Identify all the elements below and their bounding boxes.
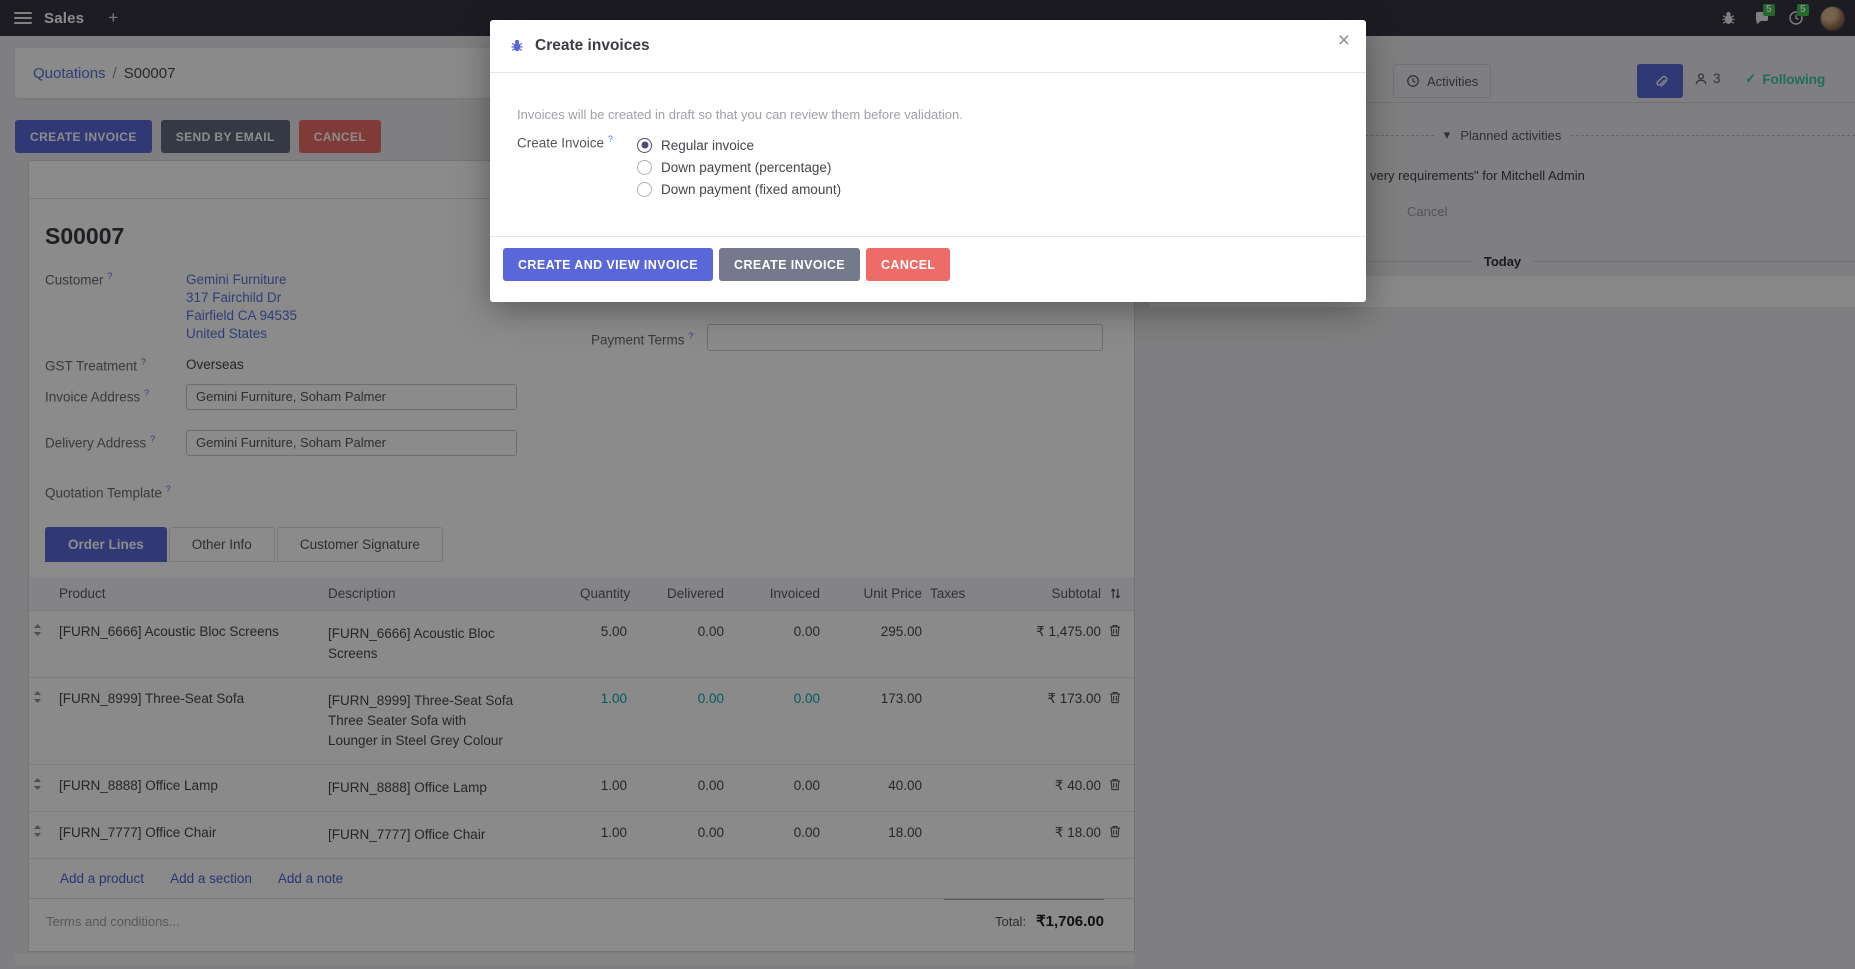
radio-down-payment-percentage[interactable]: Down payment (percentage) xyxy=(637,156,841,178)
radio-unselected-icon[interactable] xyxy=(637,160,652,175)
create-invoices-dialog: Create invoices × Invoices will be creat… xyxy=(490,20,1366,302)
radio-label: Down payment (fixed amount) xyxy=(661,182,841,197)
dialog-info-text: Invoices will be created in draft so tha… xyxy=(517,107,1339,122)
dialog-header: Create invoices × xyxy=(490,20,1366,73)
radio-label: Down payment (percentage) xyxy=(661,160,831,175)
modal-cancel-button[interactable]: CANCEL xyxy=(866,248,950,281)
help-icon[interactable]: ? xyxy=(608,134,613,144)
invoice-type-radio-group: Regular invoice Down payment (percentage… xyxy=(637,134,841,200)
radio-unselected-icon[interactable] xyxy=(637,182,652,197)
radio-down-payment-fixed[interactable]: Down payment (fixed amount) xyxy=(637,178,841,200)
bug-icon xyxy=(510,39,524,53)
close-icon[interactable]: × xyxy=(1338,30,1350,51)
radio-regular-invoice[interactable]: Regular invoice xyxy=(637,134,841,156)
modal-create-invoice-button[interactable]: CREATE INVOICE xyxy=(719,248,860,281)
radio-label: Regular invoice xyxy=(661,138,754,153)
create-and-view-invoice-button[interactable]: CREATE AND VIEW INVOICE xyxy=(503,248,713,281)
radio-selected-icon[interactable] xyxy=(637,138,652,153)
dialog-footer: CREATE AND VIEW INVOICE CREATE INVOICE C… xyxy=(490,236,1366,302)
odoo-app: Sales + 5 5 xyxy=(0,0,1855,969)
create-invoice-field-label: Create Invoice ? xyxy=(517,134,637,200)
dialog-title: Create invoices xyxy=(535,37,650,55)
dialog-body: Invoices will be created in draft so tha… xyxy=(490,73,1366,236)
